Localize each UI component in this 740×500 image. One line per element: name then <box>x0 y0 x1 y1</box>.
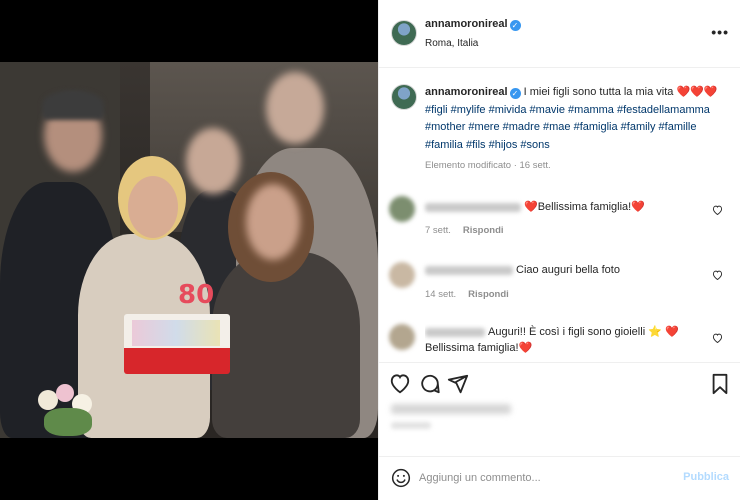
location-link[interactable]: Roma, Italia <box>425 38 478 49</box>
comment-input[interactable] <box>419 469 669 487</box>
caption-avatar[interactable] <box>391 84 417 110</box>
caption-hearts: ❤️❤️❤️ <box>676 86 718 98</box>
bookmark-icon[interactable] <box>709 373 731 395</box>
avatar[interactable] <box>389 262 415 288</box>
commenter-name-blurred[interactable] <box>425 265 513 275</box>
media-pane: 80 <box>0 0 378 500</box>
comment-item: Ciao auguri bella foto 14 sett. Rispondi <box>389 260 731 308</box>
avatar[interactable] <box>391 20 417 46</box>
heart-icon[interactable] <box>712 269 723 283</box>
avatar[interactable] <box>389 196 415 222</box>
post-caption: annamoronireal ✓ I miei figli sono tutta … <box>425 84 725 154</box>
birthday-cake <box>124 310 230 380</box>
caption-hashtags[interactable]: #figli #mylife #mivida #mavie #mamma #fe… <box>425 104 710 151</box>
verified-badge-icon: ✓ <box>509 20 521 31</box>
comment-item: ❤️Bellissima famiglia!❤️ 7 sett. Rispondi <box>389 196 731 244</box>
comment-text: Ciao auguri bella foto <box>516 264 620 276</box>
verified-badge-icon: ✓ <box>509 88 521 99</box>
share-icon[interactable] <box>447 373 469 395</box>
comment-text: Auguri!! È così i figli sono gioielli <box>488 326 646 338</box>
post-header: annamoronireal ✓ Roma, Italia ••• <box>379 0 740 68</box>
heart-icon[interactable] <box>712 332 723 346</box>
comment-item: Auguri!! È così i figli sono gioielli ⭐ … <box>389 322 731 358</box>
reply-button[interactable]: Rispondi <box>463 225 504 236</box>
candle-number: 80 <box>178 280 215 310</box>
heart-icon[interactable] <box>712 204 723 218</box>
add-comment-bar: Pubblica <box>379 456 740 500</box>
commenter-name-blurred[interactable] <box>425 327 485 337</box>
caption-text: I miei figli sono tutta la mia vita <box>523 86 674 98</box>
likes-count-blurred[interactable] <box>391 404 511 414</box>
header-username[interactable]: annamoronireal <box>425 18 508 30</box>
post-panel: annamoronireal ✓ Roma, Italia ••• annamor… <box>378 0 740 500</box>
edited-meta: Elemento modificato · 16 sett. <box>425 160 551 171</box>
emoji-icon[interactable] <box>391 468 411 488</box>
caption-username[interactable]: annamoronireal <box>425 86 508 98</box>
post-photo[interactable]: 80 <box>0 62 378 438</box>
flowers <box>34 380 100 438</box>
post-date-blurred <box>391 422 431 429</box>
more-options-icon[interactable]: ••• <box>711 24 729 40</box>
reply-button[interactable]: Rispondi <box>468 289 509 300</box>
comment-icon[interactable] <box>419 373 441 395</box>
heart-icon[interactable] <box>389 373 411 395</box>
comment-text: Bellissima famiglia! <box>537 201 632 213</box>
comment-time: 7 sett. <box>425 225 451 236</box>
avatar[interactable] <box>389 324 415 350</box>
publish-button[interactable]: Pubblica <box>683 471 729 483</box>
comment-time: 14 sett. <box>425 289 457 300</box>
commenter-name-blurred[interactable] <box>425 202 521 212</box>
action-bar <box>379 362 740 406</box>
